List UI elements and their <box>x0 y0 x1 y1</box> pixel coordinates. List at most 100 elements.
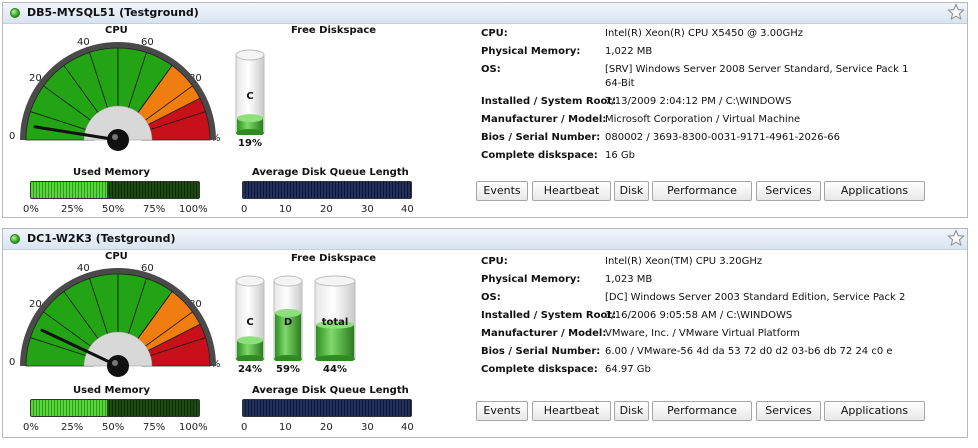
info-key-installed: Installed / System Root: <box>481 96 617 107</box>
memory-unused-segments <box>106 400 199 416</box>
cylinder-fill-top <box>275 308 301 317</box>
memory-tick: 25% <box>61 422 84 433</box>
disk-button[interactable]: Disk <box>614 181 649 201</box>
cylinder-fill-top <box>237 336 263 345</box>
info-key-os: OS: <box>481 64 501 75</box>
drive-free-percent: 19% <box>238 138 262 149</box>
used-memory-fill <box>31 400 107 416</box>
info-value-manufacturer: VMware, Inc. / VMware Virtual Platform <box>605 328 800 339</box>
cpu-gauge-dial <box>20 42 216 151</box>
server-title[interactable]: DB5-MYSQL51 (Testground) <box>27 6 199 19</box>
cylinder-top <box>314 275 356 287</box>
performance-button[interactable]: Performance <box>652 181 752 201</box>
info-value-memory: 1,022 MB <box>605 46 653 57</box>
applications-button[interactable]: Applications <box>824 181 925 201</box>
cylinder-top <box>235 275 265 287</box>
queue-tick: 30 <box>361 204 374 215</box>
info-key-cpu: CPU: <box>481 28 508 39</box>
memory-tick: 25% <box>61 204 84 215</box>
favorite-star-icon[interactable] <box>947 3 965 21</box>
used-memory-meter <box>30 399 200 417</box>
drive-free-percent: 24% <box>238 364 262 375</box>
drive-free-percent: 59% <box>276 364 300 375</box>
disk-queue-segments <box>243 400 411 416</box>
used-memory-fill <box>31 182 107 198</box>
info-key-installed: Installed / System Root: <box>481 310 617 321</box>
queue-tick: 40 <box>401 422 414 433</box>
performance-button[interactable]: Performance <box>652 401 752 421</box>
memory-tick: 100% <box>179 422 208 433</box>
info-key-diskspace: Complete diskspace: <box>481 150 598 161</box>
info-value-diskspace: 64.97 Gb <box>605 364 651 375</box>
free-diskspace-label: Free Diskspace <box>291 253 377 264</box>
info-value-installed: 1/16/2006 9:05:58 AM / C:\WINDOWS <box>605 310 793 321</box>
server-panel: DC1-W2K3 (Testground) CPU 0 20 40 60 80 … <box>2 228 968 438</box>
applications-button[interactable]: Applications <box>824 401 925 421</box>
disk-queue-meter <box>242 399 412 417</box>
memory-tick: 50% <box>102 204 125 215</box>
services-button[interactable]: Services <box>756 181 821 201</box>
drive-name: C <box>246 91 254 102</box>
info-key-diskspace: Complete diskspace: <box>481 364 598 375</box>
info-value-os: [DC] Windows Server 2003 Standard Editio… <box>605 292 906 303</box>
status-ok-icon <box>10 234 20 244</box>
info-value-installed: 7/13/2009 2:04:12 PM / C:\WINDOWS <box>605 96 792 107</box>
info-value-bios: 6.00 / VMware-56 4d da 53 72 d0 d2 03-b6… <box>605 346 893 357</box>
memory-tick: 0% <box>23 422 39 433</box>
queue-tick: 20 <box>320 204 333 215</box>
cylinder-fill-top <box>237 114 263 123</box>
queue-tick: 0 <box>241 422 248 433</box>
drive-name: D <box>283 317 293 328</box>
events-button[interactable]: Events <box>476 401 528 421</box>
cpu-gauge: CPU 0 20 40 60 80 % <box>9 23 226 153</box>
info-key-memory: Physical Memory: <box>481 274 581 285</box>
drive-name: total <box>321 317 349 328</box>
drive-free-percent: 44% <box>323 364 347 375</box>
drive-cylinder: C 24% <box>235 269 265 379</box>
used-memory-label: Used Memory <box>73 385 150 396</box>
server-title[interactable]: DC1-W2K3 (Testground) <box>27 232 175 245</box>
services-button[interactable]: Services <box>756 401 821 421</box>
memory-unused-segments <box>106 182 199 198</box>
queue-tick: 10 <box>279 204 292 215</box>
gauge-hub-highlight <box>112 360 118 366</box>
cylinder-top <box>235 49 265 61</box>
disk-queue-label: Average Disk Queue Length <box>252 167 409 178</box>
drive-cylinder: C 19% <box>235 43 265 153</box>
queue-tick: 40 <box>401 204 414 215</box>
drive-cylinder: total 44% <box>314 269 356 379</box>
memory-tick: 75% <box>143 422 166 433</box>
info-value-os: [SRV] Windows Server 2008 Server Standar… <box>605 64 909 75</box>
queue-tick: 10 <box>279 422 292 433</box>
info-value-cpu: Intel(R) Xeon(R) CPU X5450 @ 3.00GHz <box>605 28 803 39</box>
status-ok-icon <box>10 8 20 18</box>
used-memory-label: Used Memory <box>73 167 150 178</box>
cylinder-top <box>273 275 303 287</box>
panel-header: DB5-MYSQL51 (Testground) <box>3 3 967 24</box>
info-value-memory: 1,023 MB <box>605 274 653 285</box>
memory-tick: 100% <box>179 204 208 215</box>
heartbeat-button[interactable]: Heartbeat <box>532 181 611 201</box>
info-key-os: OS: <box>481 292 501 303</box>
events-button[interactable]: Events <box>476 181 528 201</box>
panel-header: DC1-W2K3 (Testground) <box>3 229 967 250</box>
memory-tick: 75% <box>143 204 166 215</box>
info-value-cpu: Intel(R) Xeon(TM) CPU 3.20GHz <box>605 256 763 267</box>
memory-tick: 50% <box>102 422 125 433</box>
disk-queue-meter <box>242 181 412 199</box>
heartbeat-button[interactable]: Heartbeat <box>532 401 611 421</box>
info-key-manufacturer: Manufacturer / Model: <box>481 328 607 339</box>
info-value-os-arch: 64-Bit <box>605 78 635 89</box>
info-key-manufacturer: Manufacturer / Model: <box>481 114 607 125</box>
used-memory-meter <box>30 181 200 199</box>
favorite-star-icon[interactable] <box>947 229 965 247</box>
diskspace-cylinders: C 19% <box>229 43 369 153</box>
queue-tick: 20 <box>320 422 333 433</box>
gauge-hub-highlight <box>112 134 118 140</box>
info-key-bios: Bios / Serial Number: <box>481 346 601 357</box>
info-value-bios: 080002 / 3693-8300-0031-9171-4961-2026-6… <box>605 132 840 143</box>
info-value-diskspace: 16 Gb <box>605 150 635 161</box>
disk-button[interactable]: Disk <box>614 401 649 421</box>
memory-tick: 0% <box>23 204 39 215</box>
drive-cylinder: D 59% <box>273 269 303 379</box>
